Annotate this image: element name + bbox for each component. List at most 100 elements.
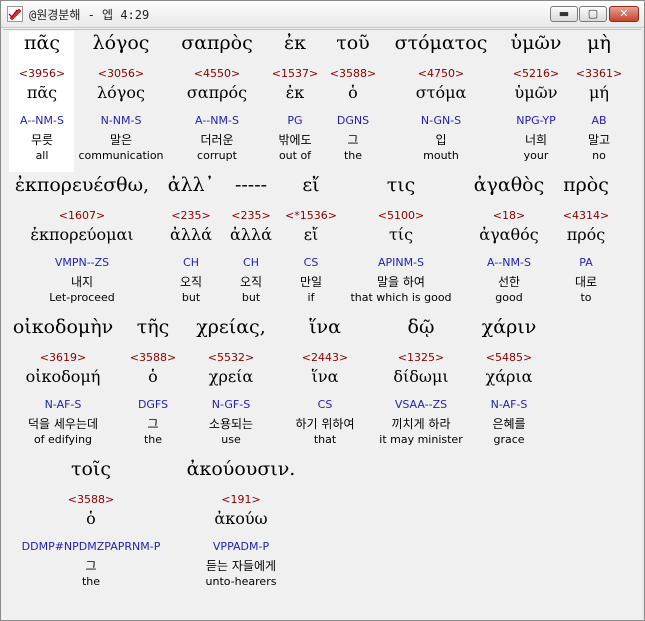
parsing-code: DGNS xyxy=(336,114,370,127)
lemma: στόμα xyxy=(415,83,467,102)
strongs-number: <235> xyxy=(171,209,211,222)
english-gloss: good xyxy=(495,291,523,304)
lemma: ἀκούω xyxy=(214,509,268,528)
english-gloss: unto-hearers xyxy=(205,575,277,588)
english-gloss: that xyxy=(313,433,337,446)
greek-word: χρείας, xyxy=(196,316,266,338)
lemma: μή xyxy=(589,83,609,102)
english-gloss: to xyxy=(580,291,592,304)
lemma: χάρια xyxy=(485,367,533,386)
greek-word: λόγος xyxy=(92,32,150,54)
lemma: ἵνα xyxy=(311,367,339,386)
korean-gloss: 소용되는 xyxy=(208,417,254,431)
greek-word: ἀκούουσιν. xyxy=(186,458,296,480)
korean-gloss: 그 xyxy=(147,417,159,431)
english-gloss: the xyxy=(143,433,163,446)
strongs-number: <235> xyxy=(231,209,271,222)
english-gloss: your xyxy=(523,149,549,162)
parsing-code: A--NM-S xyxy=(487,256,531,269)
korean-gloss: 내지 xyxy=(70,275,94,289)
parsing-code: A--NM-S xyxy=(20,114,64,127)
strongs-number: <3056> xyxy=(97,67,145,80)
strongs-number: <3588> xyxy=(67,493,115,506)
greek-word: οἰκοδομὴν xyxy=(12,316,114,338)
lemma: πᾶς xyxy=(26,83,58,102)
parsing-code: DDMP#NPDMZPAPRNM-P xyxy=(21,540,161,553)
korean-gloss: 너희 xyxy=(524,133,548,147)
parsing-code: N-AF-S xyxy=(490,398,528,411)
strongs-number: <1325> xyxy=(397,351,445,364)
greek-word: τῆς xyxy=(136,316,170,338)
parsing-code: N-NM-S xyxy=(100,114,142,127)
lemma: τίς xyxy=(388,225,414,244)
greek-word: ἀλλ᾽ xyxy=(167,174,215,196)
strongs-number: <4550> xyxy=(193,67,241,80)
lemma: ὁ xyxy=(148,367,158,386)
korean-gloss: 만일 xyxy=(299,275,323,289)
greek-word: στόματος xyxy=(394,32,488,54)
parsing-code: N-GF-S xyxy=(211,398,251,411)
lemma: ὁ xyxy=(86,509,96,528)
lemma: οἰκοδομή xyxy=(25,367,101,386)
minimize-button[interactable]: ▬ xyxy=(550,6,578,22)
strongs-number: <2443> xyxy=(301,351,349,364)
parsing-code: CS xyxy=(303,256,319,269)
strongs-number: <18> xyxy=(492,209,526,222)
strongs-number: <3588> xyxy=(129,351,177,364)
lemma: σαπρός xyxy=(186,83,248,102)
korean-gloss: 하기 위하여 xyxy=(295,417,355,431)
strongs-number: <3588> xyxy=(329,67,377,80)
greek-word: πρὸς xyxy=(563,174,609,196)
parsing-code: N-GN-S xyxy=(420,114,462,127)
korean-gloss: 그 xyxy=(347,133,359,147)
strongs-number: <5485> xyxy=(485,351,533,364)
korean-gloss: 말을 하여 xyxy=(377,275,425,289)
greek-word: ἐκ xyxy=(283,32,307,54)
pen-check-icon xyxy=(7,6,23,22)
english-gloss: communication xyxy=(78,149,164,162)
greek-word: τοῦ xyxy=(336,32,370,54)
parsing-code: NPG-YP xyxy=(516,114,556,127)
lemma: λόγος xyxy=(97,83,145,102)
english-gloss: the xyxy=(343,149,363,162)
greek-word: δῷ xyxy=(407,316,435,338)
parsing-code: PA xyxy=(579,256,593,269)
strongs-number: <1607> xyxy=(58,209,106,222)
lemma: ἀλλά xyxy=(230,225,272,244)
english-gloss: mouth xyxy=(423,149,459,162)
korean-gloss: 은혜를 xyxy=(492,417,526,431)
lemma: πρός xyxy=(566,225,606,244)
app-window: @원경분해 - 엡 4:29 ▬ ▢ ✕ πᾶς <3956> πᾶς A--N… xyxy=(0,0,645,621)
strongs-number: <5100> xyxy=(377,209,425,222)
english-gloss: but xyxy=(241,291,261,304)
parsing-code: CS xyxy=(317,398,333,411)
korean-gloss: 무릇 xyxy=(30,133,54,147)
lemma: εἴ xyxy=(303,225,319,244)
korean-gloss: 입 xyxy=(435,133,447,147)
maximize-button[interactable]: ▢ xyxy=(579,6,607,22)
lemma: χρεία xyxy=(208,367,254,386)
greek-word: ἵνα xyxy=(309,316,341,338)
greek-word: μὴ xyxy=(587,32,611,54)
english-gloss: use xyxy=(221,433,241,446)
parsing-code: A--NM-S xyxy=(195,114,239,127)
interlinear-panel: πᾶς <3956> πᾶς A--NM-S 무릇 all λόγος <305… xyxy=(3,29,641,618)
strongs-number: <5216> xyxy=(512,67,560,80)
korean-gloss: 더러운 xyxy=(200,133,234,147)
greek-word: χάριν xyxy=(481,316,537,338)
english-gloss: grace xyxy=(493,433,525,446)
lemma: δίδωμι xyxy=(393,367,449,386)
english-gloss: if xyxy=(307,291,315,304)
parsing-code: AB xyxy=(591,114,607,127)
english-gloss: of edifying xyxy=(33,433,93,446)
lemma: ἀγαθός xyxy=(479,225,539,244)
title-bar[interactable]: @원경분해 - 엡 4:29 ▬ ▢ ✕ xyxy=(1,1,644,28)
close-button[interactable]: ✕ xyxy=(609,6,639,22)
korean-gloss: 말은 xyxy=(109,133,133,147)
greek-word: τις xyxy=(386,174,416,196)
parsing-code: CH xyxy=(243,256,259,269)
strongs-number: <3619> xyxy=(39,351,87,364)
lemma: ἐκπορεύομαι xyxy=(30,225,134,244)
lemma: ἐκ xyxy=(285,83,305,102)
english-gloss: that which is good xyxy=(350,291,452,304)
